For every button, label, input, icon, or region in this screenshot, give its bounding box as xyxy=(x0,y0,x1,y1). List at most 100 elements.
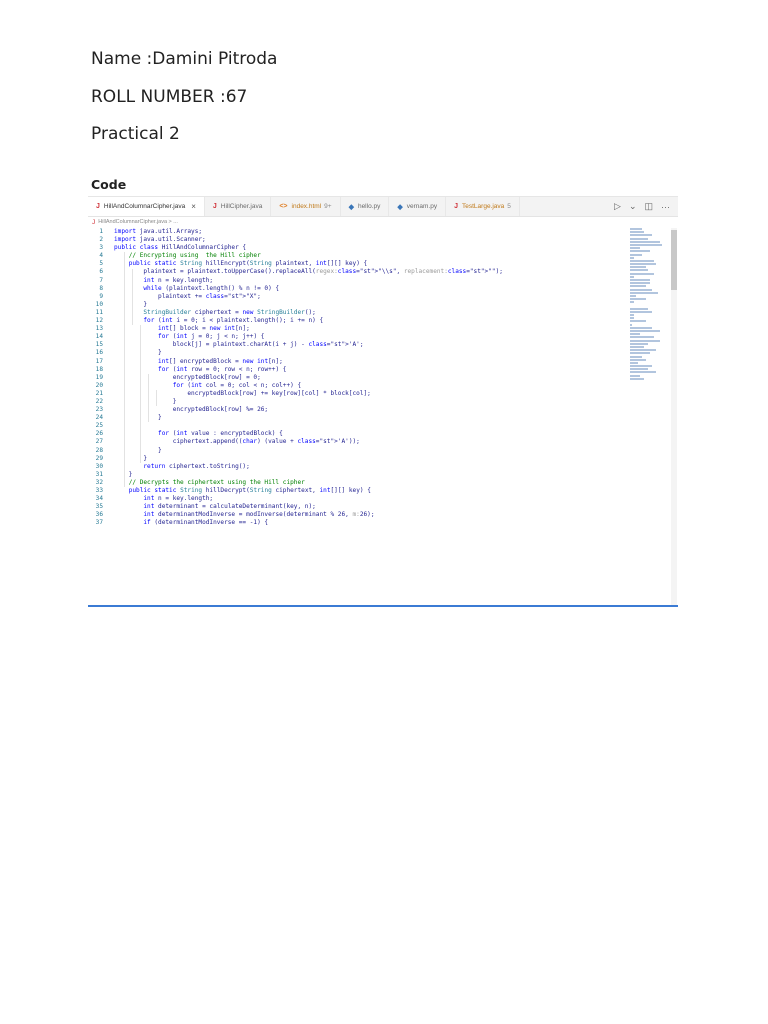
code-line[interactable]: 8 while (plaintext.length() % n != 0) { xyxy=(88,285,628,293)
code-line[interactable]: 17 int[] encryptedBlock = new int[n]; xyxy=(88,358,628,366)
minimap-line xyxy=(630,345,644,348)
html-file-icon: <> xyxy=(279,203,288,210)
code-area[interactable]: 1 import java.util.Arrays; 2 import java.ut… xyxy=(88,228,628,527)
code-line[interactable]: 37 if (determinantModInverse == -1) { xyxy=(88,519,628,527)
minimap-line xyxy=(630,342,648,345)
tab-label: hello.py xyxy=(357,203,381,210)
code-line[interactable]: 18 for (int row = 0; row < n; row++) { xyxy=(88,366,628,374)
minimap-line xyxy=(630,228,642,230)
line-number: 28 xyxy=(95,446,103,454)
breadcrumb-path: HillAndColumnarCipher.java > ... xyxy=(98,219,178,225)
code-text: for (int j = 0; j < n; j++) { xyxy=(158,333,265,341)
code-line[interactable]: 11 StringBuilder ciphertext = new String… xyxy=(88,309,628,317)
line-number: 16 xyxy=(95,349,103,357)
code-line[interactable]: 23 encryptedBlock[row] %= 26; xyxy=(88,406,628,414)
code-line[interactable]: 5 public static String hillEncrypt(Strin… xyxy=(88,260,628,268)
code-line[interactable]: 19 encryptedBlock[row] = 0; xyxy=(88,374,628,382)
line-number: 17 xyxy=(95,357,103,365)
line-number: 35 xyxy=(95,503,103,511)
line-number: 27 xyxy=(95,438,103,446)
minimap-line xyxy=(630,282,650,285)
tab-hillandcolumnarcipher[interactable]: J HillAndColumnarCipher.java × xyxy=(88,197,205,216)
tab-hello-py[interactable]: ◆ hello.py xyxy=(341,197,390,216)
code-line[interactable]: 15 block[j] = plaintext.charAt(i + j) - … xyxy=(88,341,628,349)
line-number: 12 xyxy=(95,317,103,325)
code-line[interactable]: 34 int n = key.length; xyxy=(88,495,628,503)
code-text: } xyxy=(114,454,148,462)
code-line[interactable]: 25 xyxy=(88,422,628,430)
chevron-down-icon[interactable]: ⌄ xyxy=(629,201,637,212)
split-editor-icon[interactable]: ◫ xyxy=(644,201,653,212)
scrollbar-thumb[interactable] xyxy=(671,230,677,290)
code-text: public class HillAndColumnarCipher { xyxy=(114,244,247,252)
minimap-line xyxy=(630,263,656,266)
java-file-icon: J xyxy=(96,203,100,210)
code-line[interactable]: 29 } xyxy=(88,455,628,463)
code-line[interactable]: 27 ciphertext.append((char) (value + cla… xyxy=(88,438,628,446)
code-line[interactable]: 33 public static String hillDecrypt(Stri… xyxy=(88,487,628,495)
minimap-line xyxy=(630,237,648,240)
code-line[interactable]: 16 } xyxy=(88,349,628,357)
code-line[interactable]: 14 for (int j = 0; j < n; j++) { xyxy=(88,333,628,341)
code-line[interactable]: 13 int[] block = new int[n]; xyxy=(88,325,628,333)
code-line[interactable]: 31 } xyxy=(88,471,628,479)
close-icon[interactable]: × xyxy=(191,202,196,211)
java-file-icon: J xyxy=(92,218,96,226)
code-line[interactable]: 21 encryptedBlock[row] += key[row][col] … xyxy=(88,390,628,398)
code-text: public static String hillDecrypt(String … xyxy=(128,487,371,494)
minimap[interactable] xyxy=(630,228,662,380)
minimap-line xyxy=(630,323,632,326)
minimap-line xyxy=(630,240,660,243)
minimap-line xyxy=(630,288,652,291)
tab-label: HillCipher.java xyxy=(220,203,263,210)
code-line[interactable]: 35 int determinant = calculateDeterminan… xyxy=(88,503,628,511)
code-line[interactable]: 2 import java.util.Scanner; xyxy=(88,236,628,244)
code-line[interactable]: 10 } xyxy=(88,301,628,309)
code-text: } xyxy=(114,349,162,357)
java-file-icon: J xyxy=(454,203,459,210)
code-line[interactable]: 9 plaintext += class="st">"X"; xyxy=(88,293,628,301)
minimap-line xyxy=(630,247,640,250)
code-line[interactable]: 20 for (int col = 0; col < n; col++) { xyxy=(88,382,628,390)
problem-count-badge: 5 xyxy=(507,203,511,210)
code-line[interactable]: 3 public class HillAndColumnarCipher { xyxy=(88,244,628,252)
line-number: 31 xyxy=(95,470,103,478)
run-icon[interactable]: ▷ xyxy=(614,201,621,212)
minimap-line xyxy=(630,310,652,313)
code-line[interactable]: 36 int determinantModInverse = modInvers… xyxy=(88,511,628,519)
minimap-line xyxy=(630,294,636,297)
tab-testlarge[interactable]: J TestLarge.java 5 xyxy=(446,197,520,216)
minimap-line xyxy=(630,374,640,377)
editor-actions: ▷ ⌄ ◫ ··· xyxy=(614,197,678,216)
code-line[interactable]: 30 return ciphertext.toString(); xyxy=(88,463,628,471)
code-text: int n = key.length; xyxy=(143,276,214,284)
code-line[interactable]: 4 // Encrypting using the Hill cipher xyxy=(88,252,628,260)
more-actions-icon[interactable]: ··· xyxy=(661,202,670,212)
code-line[interactable]: 12 for (int i = 0; i < plaintext.length(… xyxy=(88,317,628,325)
tab-label: TestLarge.java xyxy=(462,203,505,210)
code-text: } xyxy=(114,446,162,454)
tab-index-html[interactable]: <> index.html 9+ xyxy=(271,197,341,216)
code-line[interactable]: 24 } xyxy=(88,414,628,422)
minimap-line xyxy=(630,243,662,246)
code-text: } xyxy=(114,414,162,422)
line-number: 2 xyxy=(99,236,103,244)
code-line[interactable]: 28 } xyxy=(88,447,628,455)
line-number: 24 xyxy=(95,414,103,422)
minimap-line xyxy=(630,285,646,288)
code-line[interactable]: 1 import java.util.Arrays; xyxy=(88,228,628,236)
tab-vernam-py[interactable]: ◆ vernam.py xyxy=(389,197,447,216)
vertical-scrollbar[interactable] xyxy=(671,228,677,605)
minimap-line xyxy=(630,365,652,368)
minimap-line xyxy=(630,291,658,294)
code-line[interactable]: 6 plaintext = plaintext.toUpperCase().re… xyxy=(88,268,628,276)
line-number: 5 xyxy=(99,260,103,268)
minimap-line xyxy=(630,377,644,380)
tab-hillcipher[interactable]: J HillCipher.java xyxy=(205,197,272,216)
code-line[interactable]: 26 for (int value : encryptedBlock) { xyxy=(88,430,628,438)
code-line[interactable]: 32 // Decrypts the ciphertext using the … xyxy=(88,479,628,487)
code-line[interactable]: 22 } xyxy=(88,398,628,406)
minimap-line xyxy=(630,320,646,323)
code-line[interactable]: 7 int n = key.length; xyxy=(88,277,628,285)
breadcrumb[interactable]: J HillAndColumnarCipher.java > ... xyxy=(88,217,632,227)
